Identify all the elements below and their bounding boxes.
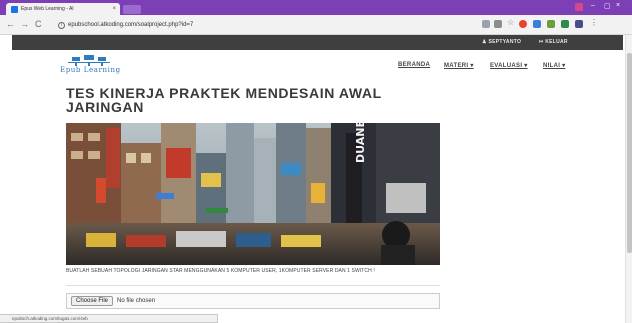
back-icon[interactable]: ← [6,19,15,29]
window-close-icon[interactable]: × [616,2,620,9]
extension-icon[interactable] [561,20,569,28]
star-icon[interactable]: ☆ [507,18,515,27]
tab-icon[interactable] [494,20,502,28]
url-text: epubschool.atkoding.com/soalproject.php?… [68,22,194,28]
extension-icon[interactable] [547,20,555,28]
browser-tab[interactable]: Epus Web Learning - Al × [6,3,120,15]
logout-icon: ↦ [539,39,544,45]
browser-status-bar: epubsch.atkoding.com/tugas.com/4eb [0,314,218,323]
site-topbar: ♟ SEPTYANTO ↦ KELUAR [12,35,623,50]
browser-toolbar: ← → C i epubschool.atkoding.com/soalproj… [0,15,632,35]
extension-icon[interactable] [575,20,583,28]
file-upload-field[interactable]: Choose File No file chosen [66,293,440,309]
task-description: BUATLAH SEBUAH TOPOLOGI JARINGAN STAR ME… [66,268,375,274]
menu-nilai[interactable]: NILAI ▾ [543,62,565,69]
extension-icon[interactable] [533,20,541,28]
user-link[interactable]: ♟ SEPTYANTO [482,39,521,45]
site-logo[interactable]: Epub Learning [60,54,126,74]
forward-icon[interactable]: → [20,19,29,29]
city-street-image: DUANE [66,123,440,265]
divider [66,285,440,286]
menu-evaluasi[interactable]: EVALUASI ▾ [490,62,528,69]
menu-beranda[interactable]: BERANDA [398,62,430,68]
scroll-thumb[interactable] [627,53,632,253]
logo-text: Epub Learning [60,66,121,74]
tab-title: Epus Web Learning - Al [21,6,74,12]
address-bar[interactable]: i epubschool.atkoding.com/soalproject.ph… [58,19,478,31]
user-icon: ♟ [482,39,487,45]
info-icon[interactable]: i [58,21,65,29]
hero-sign-text: DUANE [354,123,367,163]
user-name: SEPTYANTO [488,39,522,45]
browser-titlebar: Epus Web Learning - Al × – ▢ × [0,0,632,15]
menu-icon[interactable]: ⋮ [590,18,598,27]
translate-icon[interactable] [482,20,490,28]
tab-close-icon[interactable]: × [112,6,120,12]
logout-link[interactable]: ↦ KELUAR [539,39,568,45]
choose-file-button[interactable]: Choose File [71,296,114,306]
minimize-icon[interactable]: – [591,2,595,9]
logout-label: KELUAR [545,39,568,45]
reload-icon[interactable]: C [35,19,42,29]
menu-materi[interactable]: MATERI ▾ [444,62,474,69]
file-status: No file chosen [117,298,156,304]
maximize-icon[interactable]: ▢ [604,2,611,10]
page-title: TES KINERJA PRAKTEK MENDESAIN AWAL JARIN… [66,85,382,115]
favicon-icon [11,5,18,13]
hero-image: DUANE [66,123,440,265]
profile-icon[interactable] [575,3,583,11]
page-scrollbar[interactable] [625,35,632,323]
new-tab-button[interactable] [123,5,141,14]
opera-icon[interactable] [519,20,527,28]
